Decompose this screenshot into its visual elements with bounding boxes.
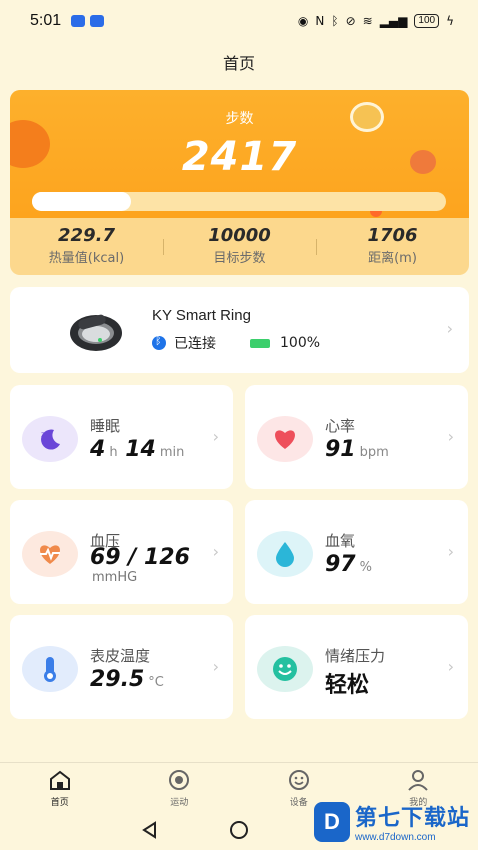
battery-indicator: 100 — [414, 14, 440, 28]
page-title: 首页 — [222, 54, 255, 73]
nav-label: 运动 — [170, 798, 189, 808]
sleep-icon: z — [22, 416, 78, 462]
stat-label: 距离(m) — [368, 251, 417, 266]
stress-tile[interactable]: 情绪压力 轻松 › — [245, 615, 468, 719]
nav-label: 首页 — [50, 798, 69, 808]
charging-icon: ϟ — [446, 14, 454, 28]
nav-home[interactable]: 首页 — [0, 763, 120, 810]
device-card[interactable]: KY Smart Ring 已连接 100% › — [10, 287, 469, 373]
eye-icon: ◉ — [297, 14, 309, 28]
steps-stats: 229.7 热量值(kcal) 10000 目标步数 1706 距离(m) — [10, 225, 469, 273]
chevron-right-icon: › — [212, 657, 219, 676]
watermark: D 第七下载站 www.d7down.com — [313, 800, 470, 843]
smiley-icon — [257, 646, 313, 692]
stat-goal: 10000 目标步数 — [163, 225, 316, 273]
stress-title: 情绪压力 — [325, 647, 386, 665]
watermark-logo: D — [313, 801, 350, 842]
blood-oxygen-unit: % — [359, 560, 372, 575]
steps-value: 2417 — [181, 134, 298, 180]
watermark-url: www.d7down.com — [354, 832, 436, 843]
skin-temperature-value: 29.5 °C — [90, 667, 164, 692]
heart-rate-unit: bpm — [359, 445, 389, 460]
stat-label: 热量值(kcal) — [48, 251, 125, 266]
nav-sport[interactable]: 运动 — [120, 763, 240, 810]
blood-oxygen-number: 97 — [325, 552, 356, 577]
bluetooth-icon — [152, 334, 166, 350]
stat-value: 1706 — [367, 225, 418, 246]
svg-text:z: z — [41, 430, 45, 439]
home-circle-icon[interactable] — [229, 820, 249, 840]
battery-icon — [250, 338, 270, 348]
status-bar: 5:01 ◉ N ᛒ ⊘ ≋ ▂▄▆ 100 ϟ — [0, 0, 478, 42]
stat-distance: 1706 距离(m) — [316, 225, 469, 273]
steps-banner: 步数 2417 — [10, 90, 469, 218]
device-icon — [288, 770, 309, 790]
oxygen-drop-icon — [257, 531, 313, 577]
steps-label: 步数 — [225, 111, 254, 127]
heart-icon — [257, 416, 313, 462]
status-icons: ◉ N ᛒ ⊘ ≋ ▂▄▆ 100 ϟ — [298, 14, 454, 28]
sleep-title: 睡眠 — [90, 417, 121, 435]
bluetooth-icon: ᛒ — [331, 14, 339, 28]
chevron-right-icon: › — [446, 319, 453, 338]
chevron-right-icon: › — [212, 542, 219, 561]
wifi-icon: ≋ — [362, 14, 373, 28]
chevron-right-icon: › — [447, 542, 454, 561]
chevron-right-icon: › — [447, 657, 454, 676]
thermometer-icon — [22, 646, 78, 692]
blood-oxygen-value: 97% — [325, 552, 372, 577]
notification-app-icon — [71, 15, 86, 27]
nfc-icon: N — [315, 14, 325, 28]
blood-pressure-unit: mmHG — [92, 570, 138, 585]
sleep-hours: 4 — [90, 437, 106, 462]
mute-icon: ⊘ — [345, 14, 356, 28]
skin-temperature-title: 表皮温度 — [90, 647, 151, 665]
notification-app-icon — [90, 15, 105, 27]
sleep-tile[interactable]: z 睡眠 4h 14 min › — [10, 385, 233, 489]
device-battery: 100% — [280, 335, 321, 351]
chevron-right-icon: › — [212, 427, 219, 446]
connection-status: 已连接 — [174, 336, 216, 352]
heart-rate-value: 91 bpm — [325, 437, 389, 462]
heart-rate-tile[interactable]: 心率 91 bpm › — [245, 385, 468, 489]
smart-ring-image — [70, 314, 122, 351]
device-status: 已连接 100% — [152, 333, 320, 353]
chevron-right-icon: › — [447, 427, 454, 446]
stat-value: 229.7 — [58, 225, 115, 246]
device-name: KY Smart Ring — [152, 307, 251, 324]
hours-unit: h — [109, 445, 118, 460]
heart-rate-number: 91 — [325, 437, 356, 462]
watermark-text: 第七下载站 www.d7down.com — [355, 800, 470, 843]
blood-oxygen-title: 血氧 — [325, 532, 356, 550]
skin-temperature-number: 29.5 — [90, 667, 145, 692]
stat-label: 目标步数 — [213, 251, 266, 266]
watermark-title: 第七下载站 — [354, 806, 470, 831]
stress-value: 轻松 — [325, 673, 370, 698]
profile-icon — [408, 770, 428, 791]
skin-temperature-unit: °C — [148, 675, 164, 690]
sport-icon — [169, 770, 190, 790]
sleep-value: 4h 14 min — [90, 437, 184, 462]
steps-card[interactable]: 步数 2417 229.7 热量值(kcal) 10000 目标步数 1706 … — [10, 90, 469, 275]
stat-value: 10000 — [208, 225, 271, 246]
blood-pressure-tile[interactable]: 血压 69 / 126 mmHG › — [10, 500, 233, 604]
sleep-minutes: 14 — [125, 437, 156, 462]
back-icon[interactable] — [141, 821, 159, 839]
blood-oxygen-tile[interactable]: 血氧 97% › — [245, 500, 468, 604]
stat-calories: 229.7 热量值(kcal) — [10, 225, 163, 273]
status-time: 5:01 — [30, 12, 62, 29]
blood-pressure-value: 69 / 126 — [90, 545, 190, 570]
steps-progress-bar — [32, 192, 446, 211]
skin-temperature-tile[interactable]: 表皮温度 29.5 °C › — [10, 615, 233, 719]
blood-pressure-icon — [22, 531, 78, 577]
signal-icon: ▂▄▆ — [379, 14, 408, 28]
heart-rate-title: 心率 — [325, 417, 356, 435]
home-icon — [49, 770, 70, 790]
minutes-unit: min — [159, 445, 185, 460]
steps-progress-fill — [32, 192, 132, 211]
